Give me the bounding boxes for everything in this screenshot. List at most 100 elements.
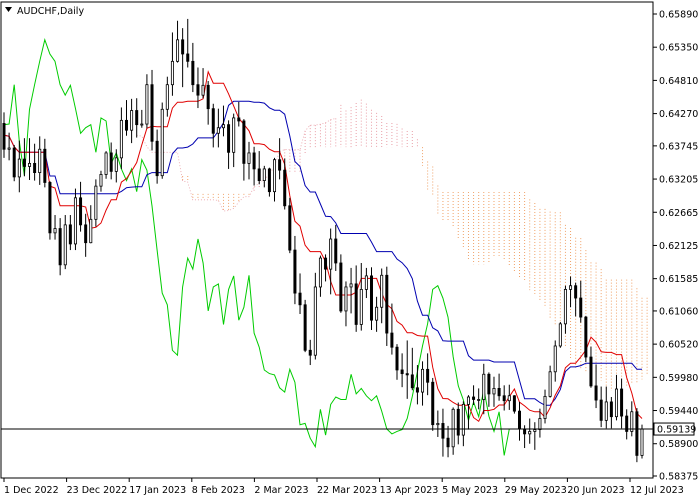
candle-body [79,197,83,226]
y-tick-label: 0.63745 [659,141,698,152]
candle-body [257,168,261,182]
chart-root: AUDCHF,Daily 0.65890 0.65350 0.64810 0.6427… [0,0,700,500]
candle-body [140,123,144,126]
candle-body [477,399,481,401]
candle-body [364,275,368,290]
y-tick-label: 0.62125 [659,241,698,252]
candle-body [502,395,506,402]
y-tick-label: 0.61060 [659,306,698,317]
candle-body [507,395,511,402]
candle-body [466,396,470,405]
candle-body [359,289,363,325]
candle-body [497,387,501,397]
candle-body [528,431,532,435]
candle-body [620,388,624,417]
candle-body [579,297,583,318]
candle-body [604,401,608,421]
candle-body [395,346,399,371]
candle-body [99,174,103,187]
candle-body [114,157,118,172]
candle-body [63,224,67,266]
candle-body [232,117,236,153]
candle-body [569,285,573,290]
candle-body [461,403,465,436]
candle-body [538,418,542,430]
candle-body [237,117,241,122]
x-tick-label: 2 Mar 2023 [254,485,308,496]
candle-body [242,120,246,164]
candle-body [119,119,123,159]
y-tick-label: 0.65350 [659,43,698,54]
candle-body [574,285,578,299]
candle [94,179,98,227]
candle-body [487,373,491,395]
candle-body [124,119,128,131]
candle [635,408,639,463]
y-tick-label: 0.59980 [659,373,698,384]
candle-body [640,428,644,456]
candle-body [130,110,134,131]
candle-body [84,224,88,244]
candle-body [135,110,139,126]
x-tick-label: 23 Dec 2022 [67,485,128,496]
candle-body [58,228,62,266]
candle-body [288,205,292,251]
candle-body [104,152,108,175]
candle-body [211,108,215,134]
candle-body [518,410,522,430]
candle-body [196,84,200,96]
candle-body [390,332,394,348]
candle-body [273,159,277,193]
candle-body [380,274,384,308]
candle-body [584,316,588,358]
candle-body [410,374,414,389]
candle [303,299,307,353]
candle-body [375,306,379,321]
candle-body [201,84,205,96]
candle-body [456,408,460,436]
candle-body [548,371,552,397]
candle [584,315,588,362]
candle-body [186,53,190,62]
candle-body [512,395,516,412]
candle-body [482,373,486,400]
candle-body [523,428,527,435]
ichimoku-candlestick-chart: AUDCHF,Daily 0.65890 0.65350 0.64810 0.6427… [0,0,700,500]
candle [640,424,644,459]
candle-body [563,289,567,325]
x-tick-label: 5 May 2023 [442,485,498,496]
candle-body [436,423,440,426]
candle [104,151,108,179]
candle-body [206,84,210,110]
y-tick-label: 0.58375 [659,472,698,483]
candle-body [329,238,333,270]
candle-body [278,159,282,171]
candle-body [630,411,634,432]
candle-body [89,218,93,244]
x-tick-label: 22 Mar 2023 [317,485,377,496]
y-tick-label: 0.61585 [659,274,698,285]
y-tick-label: 0.58900 [659,439,698,450]
x-tick-label: 17 Jan 2023 [129,485,186,496]
y-tick-label: 0.64270 [659,109,698,120]
candle-body [543,395,547,419]
candle-body [614,388,618,418]
current-price-tag: 0.59139 [653,422,696,436]
candle-body [405,373,409,376]
candle [288,197,292,254]
candle [12,144,16,182]
candle-body [12,147,16,178]
candle-body [599,399,603,421]
y-tick-label: 0.63205 [659,175,698,186]
candle [339,254,343,313]
candle-body [558,323,562,347]
candle-body [339,262,343,312]
candle-body [48,182,52,234]
y-tick-label: 0.65890 [659,10,698,21]
candle-body [324,257,328,270]
candle-body [589,356,593,387]
candle-body [38,148,42,174]
candle-body [354,283,358,325]
candle-body [145,84,149,125]
candle-body [609,401,613,418]
